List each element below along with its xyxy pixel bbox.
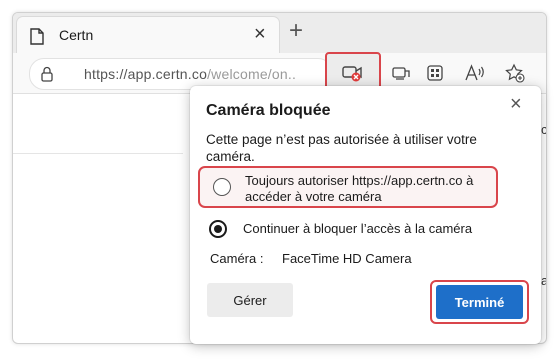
manage-button[interactable]: Gérer [207, 283, 293, 317]
url-path: /welcome/on.. [207, 66, 297, 82]
tab-strip: Certn × + [13, 13, 546, 53]
page-icon [30, 28, 44, 50]
radio-allow[interactable] [213, 178, 231, 196]
apps-icon[interactable] [423, 62, 447, 84]
close-icon[interactable]: × [254, 24, 266, 44]
favorites-add-icon[interactable] [503, 62, 527, 84]
done-highlight: Terminé [430, 280, 529, 324]
camera-label: Caméra : [210, 251, 264, 266]
radio-selected-dot [214, 225, 222, 233]
page-divider [13, 153, 183, 154]
done-button[interactable]: Terminé [436, 285, 523, 319]
close-icon[interactable]: × [510, 94, 522, 114]
lock-icon[interactable] [40, 65, 54, 88]
camera-device-name: FaceTime HD Camera [282, 251, 412, 266]
popup-title: Caméra bloquée [206, 102, 331, 119]
block-camera-label: Continuer à bloquer l’accès à la caméra [243, 221, 473, 236]
url-text[interactable]: https://app.certn.co/welcome/on.. [84, 66, 296, 82]
page-text-fragment: a [541, 273, 546, 288]
tab-view-icon[interactable] [389, 62, 413, 84]
camera-blocked-popup: Caméra bloquée × Cette page n’est pas au… [190, 86, 541, 344]
popup-description: Cette page n’est pas autorisée à utilise… [206, 132, 477, 164]
plus-icon[interactable]: + [289, 17, 303, 45]
read-aloud-icon[interactable] [463, 62, 487, 84]
tab-title: Certn [59, 27, 94, 43]
allow-camera-option[interactable]: Toujours autoriser https://app.certn.co … [198, 166, 498, 208]
url-host: https://app.certn.co [84, 66, 208, 82]
tab-certn[interactable]: Certn × [17, 17, 279, 53]
camera-blocked-icon [342, 66, 362, 82]
allow-camera-label: Toujours autoriser https://app.certn.co … [245, 173, 474, 204]
page-text-fragment: c [541, 122, 547, 137]
